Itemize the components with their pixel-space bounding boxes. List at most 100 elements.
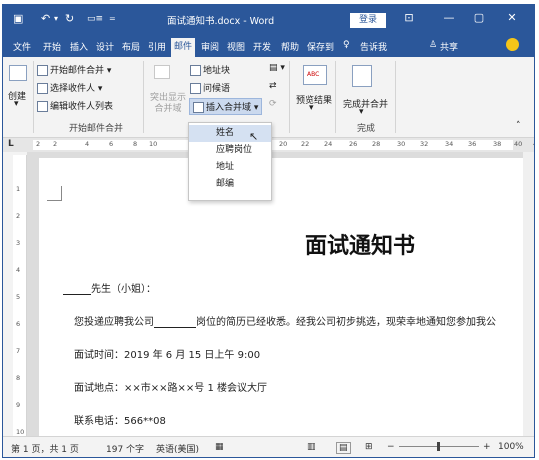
touch-mode-icon[interactable]: ▭≡ xyxy=(87,12,103,26)
select-recipients-button[interactable]: 选择收件人 ▾ xyxy=(37,81,102,94)
zoom-slider-thumb[interactable] xyxy=(437,442,440,451)
page-count[interactable]: 第 1 页，共 1 页 xyxy=(11,442,79,455)
vertical-scrollbar[interactable] xyxy=(523,152,534,442)
chevron-down-icon: ▾ xyxy=(309,103,314,113)
merge-field-menu: 姓名 应聘岗位 地址 邮编 ↖ xyxy=(188,122,272,201)
tab-mailings[interactable]: 邮件 xyxy=(171,38,196,59)
ruler-tick: 20 xyxy=(279,140,288,148)
tab-save-to[interactable]: 保存到 xyxy=(307,40,334,53)
menu-item-name[interactable]: 姓名 xyxy=(189,125,271,142)
rules-icon[interactable]: ▤ ▾ xyxy=(269,63,285,73)
zoom-slider[interactable] xyxy=(399,442,479,451)
highlight-fields-icon xyxy=(154,65,170,79)
menu-item-address[interactable]: 地址 xyxy=(189,159,271,176)
read-mode-icon[interactable]: ▥ xyxy=(307,442,316,452)
vertical-ruler-tick: 2 xyxy=(16,212,21,220)
ruler-tick: 6 xyxy=(109,140,114,148)
accessibility-icon[interactable]: ▦ xyxy=(215,442,224,452)
salutation-line[interactable]: 先生（小姐）： xyxy=(63,280,156,295)
document-page[interactable]: 面试通知书 先生（小姐）： 您投递应聘我公司 岗位的简历已经收悉。经我公司初步挑选… xyxy=(39,158,534,457)
tab-design[interactable]: 设计 xyxy=(96,40,114,53)
address-block-button[interactable]: 地址块 xyxy=(190,63,230,76)
tab-references[interactable]: 引用 xyxy=(148,40,166,53)
customize-icon[interactable]: = xyxy=(109,12,116,26)
interview-time-line[interactable]: 面试时间：2019 年 6 月 15 日上午 9:00 xyxy=(74,346,260,361)
ribbon-display-icon[interactable]: ⊡ xyxy=(399,11,419,24)
preview-results-button[interactable]: 预览结果 xyxy=(296,93,332,106)
tab-stop-selector[interactable]: L xyxy=(8,139,14,149)
finish-group-label: 完成 xyxy=(357,124,376,134)
intro-line[interactable]: 您投递应聘我公司 岗位的简历已经收悉。经我公司初步挑选，现荣幸地通知您参加我公 xyxy=(74,313,496,328)
ribbon-tabs: 文件 开始 插入 设计 布局 引用 邮件 审阅 视图 开发 帮助 保存到 ♀ 告… xyxy=(3,35,534,59)
ruler-tick: 22 xyxy=(301,140,310,148)
tab-view[interactable]: 视图 xyxy=(227,40,245,53)
update-labels-icon[interactable]: ⟳ xyxy=(269,99,277,109)
insert-merge-field-label: 插入合并域 xyxy=(206,103,252,113)
contact-phone-line[interactable]: 联系电话：566**08 xyxy=(74,412,166,427)
tab-layout[interactable]: 布局 xyxy=(122,40,140,53)
undo-icon[interactable]: ↶ xyxy=(41,12,50,26)
highlight-fields-button[interactable]: 突出显示合并域 xyxy=(147,93,189,115)
tab-insert[interactable]: 插入 xyxy=(70,40,88,53)
start-merge-button[interactable]: 开始邮件合并 ▾ xyxy=(37,63,111,76)
insert-merge-field-button[interactable]: 插入合并域 ▾ xyxy=(189,98,263,115)
ruler-tick: 40 xyxy=(514,140,523,148)
login-button[interactable]: 登录 xyxy=(350,13,386,28)
collapse-ribbon-icon[interactable]: ˄ xyxy=(516,121,521,131)
menu-item-postcode[interactable]: 邮编 xyxy=(189,176,271,193)
mail-merge-icon xyxy=(37,65,48,76)
edit-recipients-label: 编辑收件人列表 xyxy=(50,102,114,112)
vertical-ruler-tick: 1 xyxy=(16,185,21,193)
vertical-ruler-tick: 7 xyxy=(16,347,21,355)
vertical-ruler-tick: 4 xyxy=(16,266,21,274)
zoom-in-icon[interactable]: + xyxy=(483,442,491,452)
select-recipients-label: 选择收件人 xyxy=(50,84,96,94)
word-window: ▣ ↶ ▾ ↻ ▭≡ = 面试通知书.docx - Word 登录 ⊡ — ▢ … xyxy=(2,4,535,458)
tab-help[interactable]: 帮助 xyxy=(281,40,299,53)
tab-file[interactable]: 文件 xyxy=(13,40,31,53)
zoom-level[interactable]: 100% xyxy=(498,442,524,452)
match-fields-icon[interactable]: ⇄ xyxy=(269,81,277,91)
lightbulb-icon: ♀ xyxy=(343,40,350,50)
edit-recipients-button[interactable]: 编辑收件人列表 xyxy=(37,99,113,112)
recipients-icon xyxy=(37,83,48,94)
restore-icon[interactable]: ▢ xyxy=(469,11,489,24)
finish-merge-button[interactable]: 完成并合并 xyxy=(343,97,388,110)
smiley-icon[interactable] xyxy=(506,38,519,51)
menu-item-position[interactable]: 应聘岗位 xyxy=(189,142,271,159)
ruler-tick: 28 xyxy=(372,140,381,148)
language-indicator[interactable]: 英语(美国) xyxy=(156,442,199,455)
ruler-tick: 4 xyxy=(85,140,90,148)
ruler-tick: 36 xyxy=(468,140,477,148)
zoom-out-icon[interactable]: − xyxy=(387,442,395,452)
separator xyxy=(143,61,144,133)
print-layout-icon[interactable]: ▤ xyxy=(336,442,351,454)
share-button[interactable]: 共享 xyxy=(440,40,458,53)
horizontal-ruler[interactable]: 2246810202224262830323436384042 xyxy=(33,140,534,150)
preview-results-icon: ABC xyxy=(303,65,327,85)
share-icon: ♙ xyxy=(429,40,438,50)
word-count[interactable]: 197 个字 xyxy=(106,442,144,455)
close-icon[interactable]: ✕ xyxy=(502,11,522,24)
ruler-tick: 2 xyxy=(53,140,58,148)
save-icon[interactable]: ▣ xyxy=(13,12,23,26)
web-layout-icon[interactable]: ⊞ xyxy=(365,442,373,452)
tab-home[interactable]: 开始 xyxy=(43,40,61,53)
greeting-icon xyxy=(190,83,201,94)
tab-developer[interactable]: 开发 xyxy=(253,40,271,53)
chevron-down-icon: ▾ xyxy=(14,99,19,109)
greeting-line-button[interactable]: 问候语 xyxy=(190,81,230,94)
redo-icon[interactable]: ↻ xyxy=(65,12,74,26)
tell-me-search[interactable]: 告诉我 xyxy=(360,40,387,53)
undo-dropdown-icon[interactable]: ▾ xyxy=(54,12,58,26)
vertical-ruler[interactable]: 1 2 3 4 5 6 7 8 9 10 xyxy=(13,155,27,440)
start-merge-label: 开始邮件合并 xyxy=(50,66,105,76)
vertical-ruler-tick: 3 xyxy=(16,239,21,247)
minimize-icon[interactable]: — xyxy=(439,11,459,24)
ruler-tick: 38 xyxy=(493,140,502,148)
interview-place-line[interactable]: 面试地点：××市××路××号 1 楼会议大厅 xyxy=(74,379,267,394)
mouse-cursor-icon: ↖ xyxy=(249,130,259,143)
ruler-tick: 10 xyxy=(149,140,158,148)
tab-review[interactable]: 审阅 xyxy=(201,40,219,53)
merge-field-icon xyxy=(193,102,204,113)
